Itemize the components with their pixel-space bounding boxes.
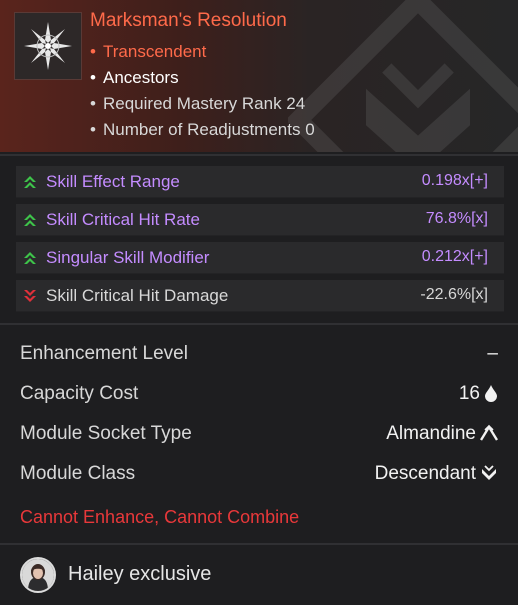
- module-socket-type-row: Module Socket Type Almandine: [20, 423, 499, 451]
- module-class-value: Descendant: [375, 463, 498, 485]
- module-header: Marksman's Resolution • Transcendent • Anc…: [0, 0, 518, 152]
- mastery-requirement: • Required Mastery Rank 24: [90, 94, 306, 113]
- stat-label: Skill Critical Hit Damage: [46, 286, 229, 305]
- up-arrow-icon: [24, 214, 36, 226]
- stat-label: Singular Skill Modifier: [46, 248, 210, 267]
- module-category: • Ancestors: [90, 68, 179, 87]
- enhancement-level-row: Enhancement Level –: [20, 343, 498, 371]
- module-socket-type-value: Almandine: [386, 423, 499, 445]
- stat-value: 0.212x[+]: [421, 248, 488, 265]
- module-class-label: Module Class: [20, 463, 136, 484]
- stat-label: Skill Critical Hit Rate: [46, 210, 200, 229]
- descendant-class-icon: [482, 465, 496, 480]
- exclusive-label: Hailey exclusive: [68, 563, 212, 585]
- module-class-row: Module Class Descendant: [20, 463, 498, 491]
- stat-row: Skill Critical Hit Damage -22.6%[x]: [16, 280, 504, 312]
- module-socket-type-label: Module Socket Type: [20, 423, 192, 444]
- drop-icon: [485, 385, 497, 402]
- stat-label: Skill Effect Range: [46, 172, 180, 191]
- stat-value: 0.198x[+]: [421, 172, 488, 189]
- divider: [0, 154, 518, 156]
- enhancement-level-value: –: [487, 343, 498, 364]
- mastery-label: Required Mastery Rank 24: [103, 94, 306, 113]
- hailey-avatar: [20, 557, 56, 593]
- enhance-combine-warning: Cannot Enhance, Cannot Combine: [20, 507, 300, 527]
- snowflake-star-icon: [15, 13, 81, 79]
- module-class-name: Descendant: [374, 463, 476, 484]
- module-icon: [14, 12, 82, 80]
- stat-row: Singular Skill Modifier 0.212x[+]: [16, 242, 504, 274]
- stat-row: Skill Effect Range 0.198x[+]: [16, 166, 504, 198]
- stat-value: 76.8%[x]: [425, 210, 488, 227]
- portrait-icon: [22, 559, 54, 591]
- readjustment-label: Number of Readjustments 0: [103, 120, 315, 139]
- divider: [0, 323, 518, 325]
- descendant-watermark-icon: [288, 0, 518, 152]
- up-arrow-icon: [24, 176, 36, 188]
- module-rarity: • Transcendent: [90, 42, 207, 61]
- stat-row: Skill Critical Hit Rate 76.8%[x]: [16, 204, 504, 236]
- stat-value: -22.6%[x]: [420, 286, 488, 303]
- up-arrow-icon: [24, 252, 36, 264]
- readjustment-count: • Number of Readjustments 0: [90, 120, 315, 139]
- down-arrow-icon: [24, 290, 36, 302]
- character-exclusive-footer: Hailey exclusive: [0, 545, 518, 605]
- capacity-cost-value: 16: [459, 383, 498, 405]
- capacity-cost-number: 16: [458, 383, 480, 404]
- category-label: Ancestors: [103, 68, 179, 87]
- module-tooltip: Marksman's Resolution • Transcendent • Anc…: [0, 0, 518, 605]
- enhancement-level-label: Enhancement Level: [20, 343, 188, 364]
- module-title: Marksman's Resolution: [90, 10, 287, 31]
- socket-type-name: Almandine: [386, 423, 476, 444]
- rarity-label: Transcendent: [103, 42, 207, 61]
- capacity-cost-row: Capacity Cost 16: [20, 383, 498, 411]
- capacity-cost-label: Capacity Cost: [20, 383, 139, 404]
- almandine-socket-icon: [479, 424, 499, 441]
